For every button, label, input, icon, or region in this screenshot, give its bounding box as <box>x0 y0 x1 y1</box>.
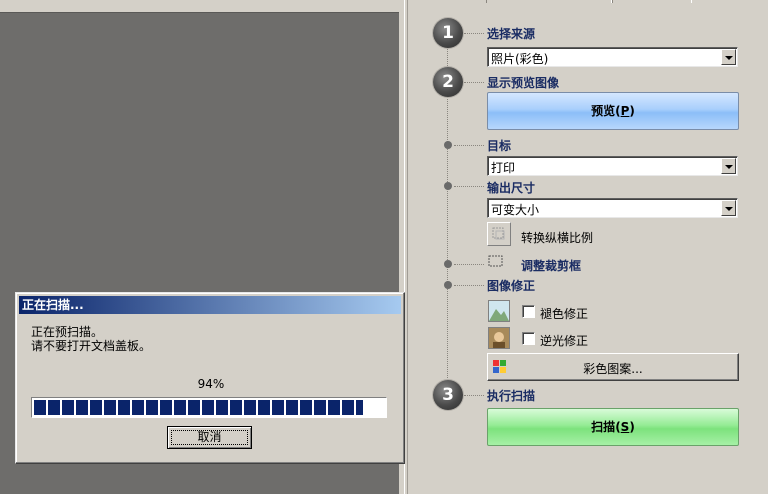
output-size-select[interactable]: 可变大小 <box>487 198 738 218</box>
leader-line <box>464 33 484 34</box>
preview-hotkey: P <box>620 104 630 118</box>
source-select[interactable]: 照片(彩色) <box>487 47 738 67</box>
step-3-badge: 3 <box>433 380 463 410</box>
image-correction-label: 图像修正 <box>487 279 536 293</box>
scan-hotkey: S <box>620 420 630 434</box>
execute-scan-label: 执行扫描 <box>487 389 536 403</box>
scanning-dialog: 正在扫描... 正在预扫描。 请不要打开文档盖板。 94% 取消 <box>15 292 405 464</box>
leader-line <box>464 82 484 83</box>
backlight-correction-label: 逆光修正 <box>540 334 589 348</box>
progress-percent: 94% <box>197 377 225 391</box>
aspect-swap-icon <box>492 227 505 240</box>
destination-label: 目标 <box>487 139 512 153</box>
scan-button[interactable]: 扫描(S) <box>487 408 739 446</box>
crop-frame-label[interactable]: 调整裁剪框 <box>521 257 581 274</box>
landscape-photo-icon <box>489 301 509 321</box>
select-source-label: 选择来源 <box>487 27 536 41</box>
color-pattern-button[interactable]: 彩色图案... <box>487 353 739 381</box>
crop-frame-icon <box>488 255 503 267</box>
rail-dot <box>444 182 452 190</box>
dialog-titlebar[interactable]: 正在扫描... <box>19 296 401 314</box>
backlight-correction-thumbnail <box>488 327 510 349</box>
scan-settings-panel: 1 选择来源 照片(彩色) 2 显示预览图像 预览(P) 目标 打印 输出尺寸 … <box>408 0 768 494</box>
rail-dot <box>444 281 452 289</box>
rail-dot <box>444 260 452 268</box>
color-pattern-label: 彩色图案... <box>583 362 643 376</box>
swap-aspect-label: 转换纵横比例 <box>521 231 594 245</box>
chevron-down-icon[interactable] <box>721 158 736 174</box>
dialog-message-line2: 请不要打开文档盖板。 <box>31 339 152 353</box>
leader-line <box>454 186 484 187</box>
leader-line <box>454 264 484 265</box>
preview-button-label: 预览 <box>591 104 616 118</box>
chevron-down-icon[interactable] <box>721 200 736 216</box>
leader-line <box>464 395 484 396</box>
chevron-down-icon[interactable] <box>721 49 736 65</box>
destination-select-value: 打印 <box>491 161 516 175</box>
step-2-badge: 2 <box>433 67 463 97</box>
preview-button[interactable]: 预览(P) <box>487 92 739 130</box>
step-1-badge: 1 <box>433 18 463 48</box>
scan-button-label: 扫描 <box>591 420 616 434</box>
progress-bar-fill <box>34 400 363 415</box>
fade-correction-checkbox[interactable] <box>522 305 535 318</box>
focus-ring <box>171 430 248 445</box>
show-preview-label: 显示预览图像 <box>487 76 560 90</box>
fade-correction-thumbnail <box>488 300 510 322</box>
progress-bar <box>31 397 387 418</box>
output-size-select-value: 可变大小 <box>491 203 540 217</box>
portrait-photo-icon <box>489 328 509 348</box>
source-select-value: 照片(彩色) <box>491 52 549 66</box>
leader-line <box>454 285 484 286</box>
backlight-correction-checkbox[interactable] <box>522 332 535 345</box>
fade-correction-label: 褪色修正 <box>540 307 589 321</box>
destination-select[interactable]: 打印 <box>487 156 738 176</box>
output-size-label: 输出尺寸 <box>487 181 536 195</box>
leader-line <box>454 145 484 146</box>
cancel-button[interactable]: 取消 <box>167 426 252 449</box>
swap-aspect-button[interactable] <box>487 222 511 246</box>
rail-dot <box>444 141 452 149</box>
